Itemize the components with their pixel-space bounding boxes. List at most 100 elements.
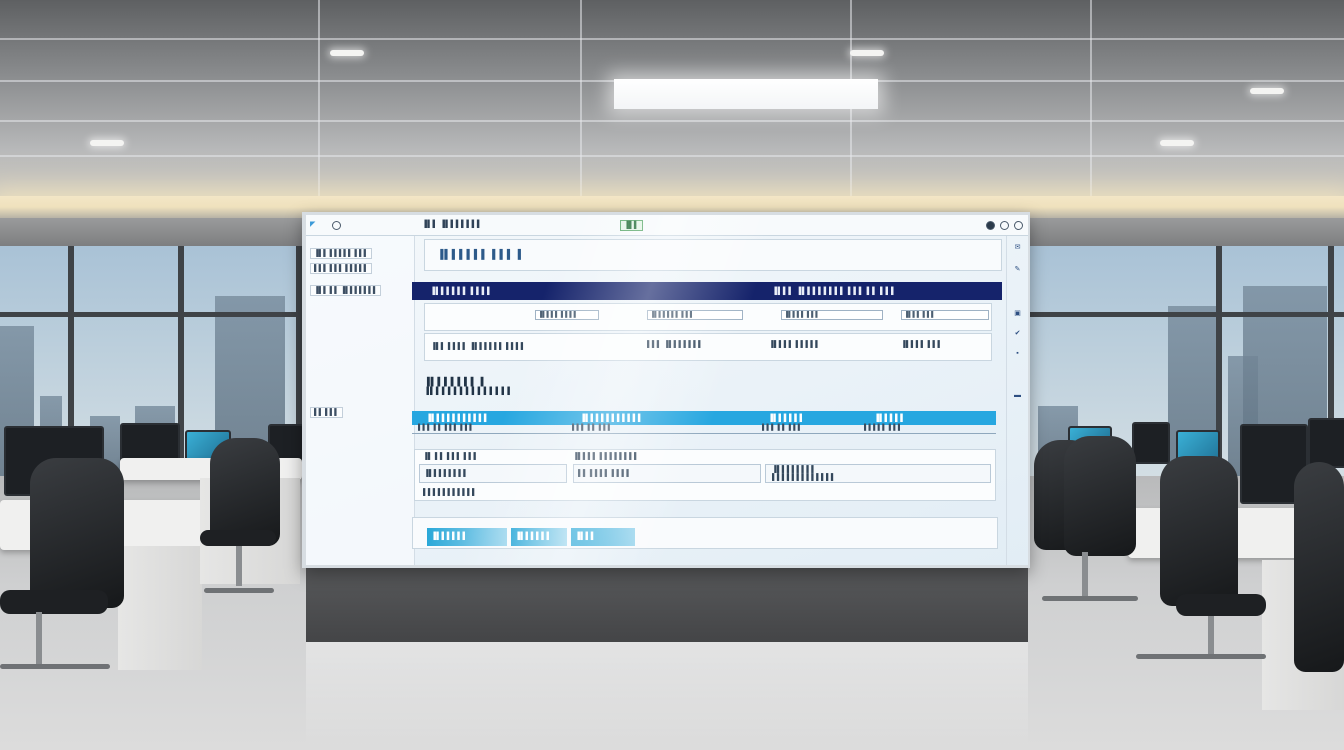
office-chair xyxy=(1294,462,1344,672)
detail-value: ▌▌▌▌▌▌▌▌▌▌▌▌▌ xyxy=(772,474,836,481)
square-icon[interactable]: ▪ xyxy=(1014,350,1021,357)
summary-text: ▐▌▌▌▌ ▌▌▌▌▌ xyxy=(769,341,821,348)
page-title: ▐▌▌▌▌▌▌ ▌▌▌ ▌ xyxy=(437,249,526,259)
footer-tile[interactable]: ▐▌▌▌▌▌▌ xyxy=(427,528,507,546)
user-icon[interactable] xyxy=(986,221,995,230)
filter-field[interactable]: ▐▌▌▌▌▌▌ ▌▌▌ xyxy=(647,310,743,320)
mail-icon[interactable]: ✉ xyxy=(1014,244,1021,251)
chair-post xyxy=(36,612,42,664)
summary-text: ▐▌▌▌▌ ▌▌▌ xyxy=(901,341,943,348)
footer-tile-label: ▐▌▌▌▌▌▌ xyxy=(515,533,552,540)
table-header-cell[interactable]: ▐▌▌▌▌▌▌ xyxy=(768,414,805,423)
ceiling-spotlight xyxy=(330,50,364,56)
ceiling-light-panel xyxy=(614,79,878,109)
ceiling-spotlight xyxy=(90,140,124,146)
summary-text: ▐▌▌ ▌▌▌▌ ▐▌▌▌▌▌▌ ▌▌▌▌ xyxy=(431,343,526,350)
detail-title: ▐▌ ▌▌ ▌▌▌ ▌▌▌ xyxy=(423,453,479,460)
table-cell: ▌▌▌ ▌▌ ▌▌▌ ▌▌▌ xyxy=(418,425,474,431)
summary-text: ▌▌▌ ▐▌▌▌▌▌▌▌ xyxy=(647,341,704,348)
menu-icon[interactable] xyxy=(332,221,341,230)
chair-base xyxy=(1042,596,1138,601)
desk-monitor xyxy=(120,423,180,463)
office-chair xyxy=(1064,436,1136,556)
ceiling-grid-line xyxy=(1090,0,1092,200)
filter-field[interactable]: ▐▌▌▌ ▌▌▌ xyxy=(901,310,989,320)
chair-seat xyxy=(1176,594,1266,616)
ceiling-grid-line xyxy=(0,155,1344,157)
table-cell: ▌▌▌ ▌▌ ▌▌▌ xyxy=(762,425,803,431)
page-header: ▐▌▌▌▌▌▌ ▌▌▌ ▌ xyxy=(424,239,1002,271)
footer-tile-label: ▐▌▌▌▌▌▌ xyxy=(431,533,468,540)
footer-tile-label: ▐▌▌▌ xyxy=(575,533,597,540)
edit-icon[interactable]: ✎ xyxy=(1014,266,1021,273)
section-title: ▐▌▌▌▌▌▌▌ ▌ xyxy=(424,377,488,386)
sidebar-item[interactable]: ▌▌▌ ▌▌▌ ▌▌▌▌▌ xyxy=(310,263,373,274)
app-topbar: ◤ ▐▌▌ ▐▌▌▌▌▌▌▌ ▐▌▌ xyxy=(306,215,1028,236)
chair-post xyxy=(236,546,242,586)
chair-post xyxy=(1082,552,1088,596)
sidebar-item[interactable]: ▐▌▌ ▌▌▌▌▌ ▌▌▌ xyxy=(310,248,373,259)
window-transom xyxy=(0,312,305,317)
table-row[interactable]: ▌▌▌ ▌▌ ▌▌▌ ▌▌▌ ▌▌▌ ▌▌ ▌▌▌ ▌▌▌ ▌▌ ▌▌▌ ▌▌▌… xyxy=(412,425,996,434)
floor-reflection xyxy=(306,642,1028,750)
close-icon[interactable] xyxy=(1014,221,1023,230)
detail-cell: ▐▌▌▌▌▌▌▌▌ xyxy=(419,464,567,483)
detail-cell: ▐▌▌▌▌▌▌▌▌ ▌▌▌▌▌▌▌▌▌▌▌▌▌ xyxy=(765,464,991,483)
table-cell: ▌▌▌▌▌ ▌▌▌ xyxy=(864,425,903,431)
detail-value: ▌▌ ▌▌▌▌ ▌▌▌▌ xyxy=(578,470,632,477)
app-title: ▐▌▌ ▐▌▌▌▌▌▌▌ xyxy=(422,221,483,228)
table-header-cell[interactable]: ▐▌▌▌▌▌▌▌▌▌▌▌ xyxy=(580,414,643,423)
ceiling-spotlight xyxy=(1250,88,1284,94)
table-header-cell[interactable]: ▐▌▌▌▌▌▌▌▌▌▌▌ xyxy=(426,414,489,423)
chair-base xyxy=(204,588,274,593)
chair-base xyxy=(1136,654,1266,659)
table-header: ▐▌▌▌▌▌▌▌▌▌▌▌ ▐▌▌▌▌▌▌▌▌▌▌▌ ▐▌▌▌▌▌▌ ▐▌▌▌▌▌ xyxy=(412,411,996,425)
desk-monitor xyxy=(1132,422,1170,464)
section-subtitle: ▐▌▌▌▌▌▌▌▌▌▌▌▌▌▌ xyxy=(424,388,514,395)
chair-base xyxy=(0,664,110,669)
detail-footnote: ▌▌▌▌▌▌▌▌▌▌▌ xyxy=(423,489,477,496)
panel-icon[interactable]: ▣ xyxy=(1014,310,1021,317)
table-cell: ▌▌▌ ▌▌ ▌▌▌ xyxy=(572,425,613,431)
filter-field[interactable]: ▐▌▌▌▌ ▌▌▌ xyxy=(781,310,883,320)
wall-display-screen: ◤ ▐▌▌ ▐▌▌▌▌▌▌▌ ▐▌▌ ▐▌▌ ▌▌▌▌▌ ▌▌▌ ▌▌▌ ▌▌▌… xyxy=(306,215,1028,565)
filter-field[interactable]: ▐▌▌▌▌ ▌▌▌▌ xyxy=(535,310,599,320)
status-badge: ▐▌▌ xyxy=(620,220,643,231)
ceiling-grid-line xyxy=(318,0,320,200)
chair-seat xyxy=(200,530,276,546)
right-toolbar: ✉ ✎ ▣ ✔ ▪ ▬ xyxy=(1006,236,1028,565)
table-header-cell[interactable]: ▐▌▌▌▌▌ xyxy=(874,414,906,423)
sidebar-item[interactable]: ▌▌ ▌▌▌ xyxy=(310,407,343,418)
chair-post xyxy=(1208,616,1214,658)
bar-icon[interactable]: ▬ xyxy=(1014,392,1021,399)
primary-navbar: ▐▌▌▌▌▌▌ ▌▌▌▌ ▐▌▌▌ ▐▌▌▌▌▌▌▌▌ ▌▌▌ ▌▌ ▌▌▌ xyxy=(412,282,1002,300)
footer-tile[interactable]: ▐▌▌▌▌▌▌ xyxy=(511,528,567,546)
filter-panel: ▐▌▌▌▌ ▌▌▌▌ ▐▌▌▌▌▌▌ ▌▌▌ ▐▌▌▌▌ ▌▌▌ ▐▌▌▌ ▌▌… xyxy=(424,303,992,331)
window-transom xyxy=(1028,312,1344,317)
ceiling-grid-line xyxy=(0,120,1344,122)
office-chair xyxy=(30,458,124,608)
footer-tile[interactable]: ▐▌▌▌ xyxy=(571,528,635,546)
nav-left-label[interactable]: ▐▌▌▌▌▌▌ ▌▌▌▌ xyxy=(430,287,493,296)
chair-seat xyxy=(0,590,108,614)
detail-label: ▐▌▌▌▌ ▌▌▌▌▌▌▌▌ xyxy=(573,453,639,460)
detail-panel: ▐▌ ▌▌ ▌▌▌ ▌▌▌ ▐▌▌▌▌ ▌▌▌▌▌▌▌▌ ▐▌▌▌▌▌▌▌▌ ▌… xyxy=(414,449,996,501)
footer-panel: ▐▌▌▌▌▌▌ ▐▌▌▌▌▌▌ ▐▌▌▌ xyxy=(412,517,998,549)
office-ceiling xyxy=(0,0,1344,215)
check-icon[interactable]: ✔ xyxy=(1014,330,1021,337)
office-chair xyxy=(1160,456,1238,606)
ceiling-spotlight xyxy=(850,50,884,56)
summary-panel: ▐▌▌ ▌▌▌▌ ▐▌▌▌▌▌▌ ▌▌▌▌ ▌▌▌ ▐▌▌▌▌▌▌▌ ▐▌▌▌▌… xyxy=(424,333,992,361)
nav-right-label[interactable]: ▐▌▌▌ ▐▌▌▌▌▌▌▌▌ ▌▌▌ ▌▌ ▌▌▌ xyxy=(772,287,896,296)
settings-icon[interactable] xyxy=(1000,221,1009,230)
sidebar: ▐▌▌ ▌▌▌▌▌ ▌▌▌ ▌▌▌ ▌▌▌ ▌▌▌▌▌ ▐▌▌ ▌▌ ▐▌▌▌▌… xyxy=(306,236,415,565)
sidebar-item[interactable]: ▐▌▌ ▌▌ ▐▌▌▌▌▌▌▌ xyxy=(310,285,382,296)
desk-monitor xyxy=(1308,418,1344,468)
ceiling-grid-line xyxy=(0,38,1344,40)
desk-pedestal xyxy=(118,546,202,670)
detail-value: ▐▌▌▌▌▌▌▌▌ xyxy=(424,470,469,477)
ceiling-spotlight xyxy=(1160,140,1194,146)
detail-cell: ▌▌ ▌▌▌▌ ▌▌▌▌ xyxy=(573,464,761,483)
ceiling-grid-line xyxy=(580,0,582,200)
app-logo-icon: ◤ xyxy=(310,221,316,228)
